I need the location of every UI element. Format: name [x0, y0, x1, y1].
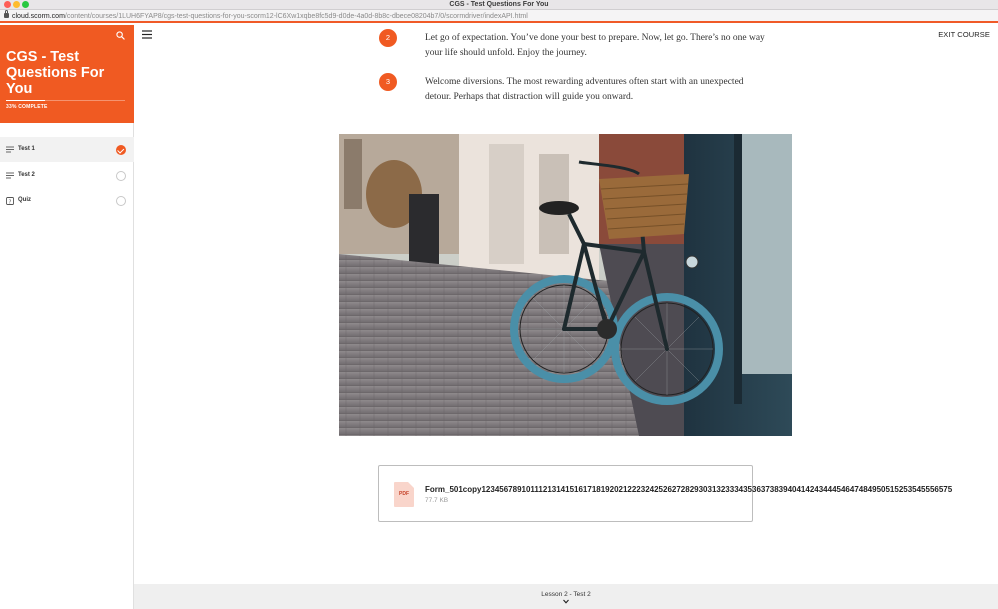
window-title: CGS - Test Questions For You: [449, 1, 549, 8]
window-titlebar: CGS - Test Questions For You: [0, 0, 998, 10]
svg-text:?: ?: [9, 199, 12, 205]
complete-check-icon: [116, 145, 126, 155]
sidebar-item-test-2[interactable]: Test 2: [0, 163, 134, 188]
file-size: 77.7 KB: [425, 497, 449, 504]
step-number-badge: 2: [379, 29, 397, 47]
chevron-down-icon: [563, 599, 569, 604]
quiz-icon: ?: [6, 197, 14, 205]
next-lesson-label: Lesson 2 - Test 2: [541, 591, 591, 598]
step-text: Welcome diversions. The most rewarding a…: [425, 77, 744, 102]
sidebar-item-label: Test 1: [18, 146, 35, 152]
course-sidebar: CGS - Test Questions For You 33% COMPLET…: [0, 25, 134, 609]
course-title: CGS - Test Questions For You: [6, 49, 105, 97]
file-name[interactable]: Form_501copy1234567891011121314151617181…: [425, 485, 952, 494]
step-number-badge: 3: [379, 73, 397, 91]
hamburger-icon[interactable]: [142, 30, 152, 39]
url-host: cloud.scorm.com: [12, 13, 65, 20]
progress-bar-fill: [6, 100, 46, 101]
course-header: CGS - Test Questions For You 33% COMPLET…: [0, 25, 134, 123]
lines-icon: [6, 146, 14, 153]
pdf-icon-label: PDF: [399, 491, 409, 497]
sidebar-item-test-1[interactable]: Test 1: [0, 137, 134, 162]
sidebar-item-label: Test 2: [18, 172, 35, 178]
step-text: Let go of expectation. You’ve done your …: [425, 33, 765, 58]
address-bar[interactable]: cloud.scorm.com/content/courses/1LUH6FYA…: [0, 10, 998, 23]
progress-bar: [6, 100, 125, 101]
lines-icon: [6, 172, 14, 179]
file-attachment[interactable]: PDF Form_501copy123456789101112131415161…: [378, 465, 952, 522]
bicycle-photo: [339, 134, 792, 436]
next-lesson-footer[interactable]: Lesson 2 - Test 2: [134, 584, 998, 609]
lesson-content: EXIT COURSE 2 Let go of expectation. You…: [134, 25, 998, 584]
exit-course-button[interactable]: EXIT COURSE: [938, 30, 990, 39]
sidebar-item-quiz[interactable]: ? Quiz: [0, 188, 134, 213]
lock-icon: [4, 10, 9, 18]
url-text[interactable]: cloud.scorm.com/content/courses/1LUH6FYA…: [12, 10, 528, 23]
incomplete-circle-icon: [116, 196, 126, 206]
incomplete-circle-icon: [116, 171, 126, 181]
search-icon[interactable]: [116, 31, 125, 40]
sidebar-item-label: Quiz: [18, 197, 31, 203]
pdf-file-icon: PDF: [394, 482, 414, 507]
progress-label: 33% COMPLETE: [6, 104, 48, 110]
url-path: /content/courses/1LUH6FYAP8/cgs-test-que…: [64, 13, 528, 20]
